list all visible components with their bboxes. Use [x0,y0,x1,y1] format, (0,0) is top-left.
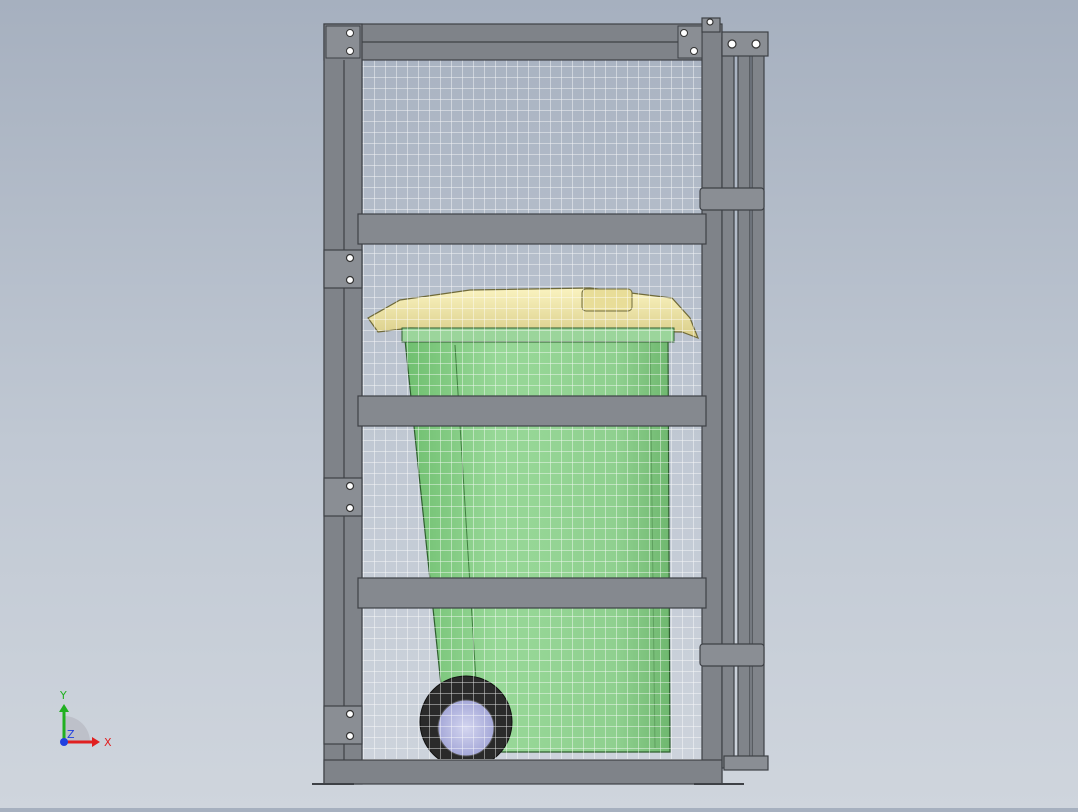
frame-left-post [323,23,363,785]
latch-clamp [699,187,765,211]
latch-clamp [699,643,765,667]
z-axis-label: Z [67,728,75,741]
coordinate-triad: X Y Z [48,686,118,756]
x-axis-label: X [104,736,112,749]
post-foot [723,755,769,771]
hinge-bracket [323,705,363,745]
cross-bar [357,577,707,609]
hinge-bracket [323,249,363,289]
cad-viewport[interactable] [0,0,1078,808]
cross-bar [357,395,707,427]
frame-bottom-rail [323,759,723,785]
hinge-bracket [323,477,363,517]
y-axis-label: Y [59,689,67,702]
cross-bar [357,213,707,245]
